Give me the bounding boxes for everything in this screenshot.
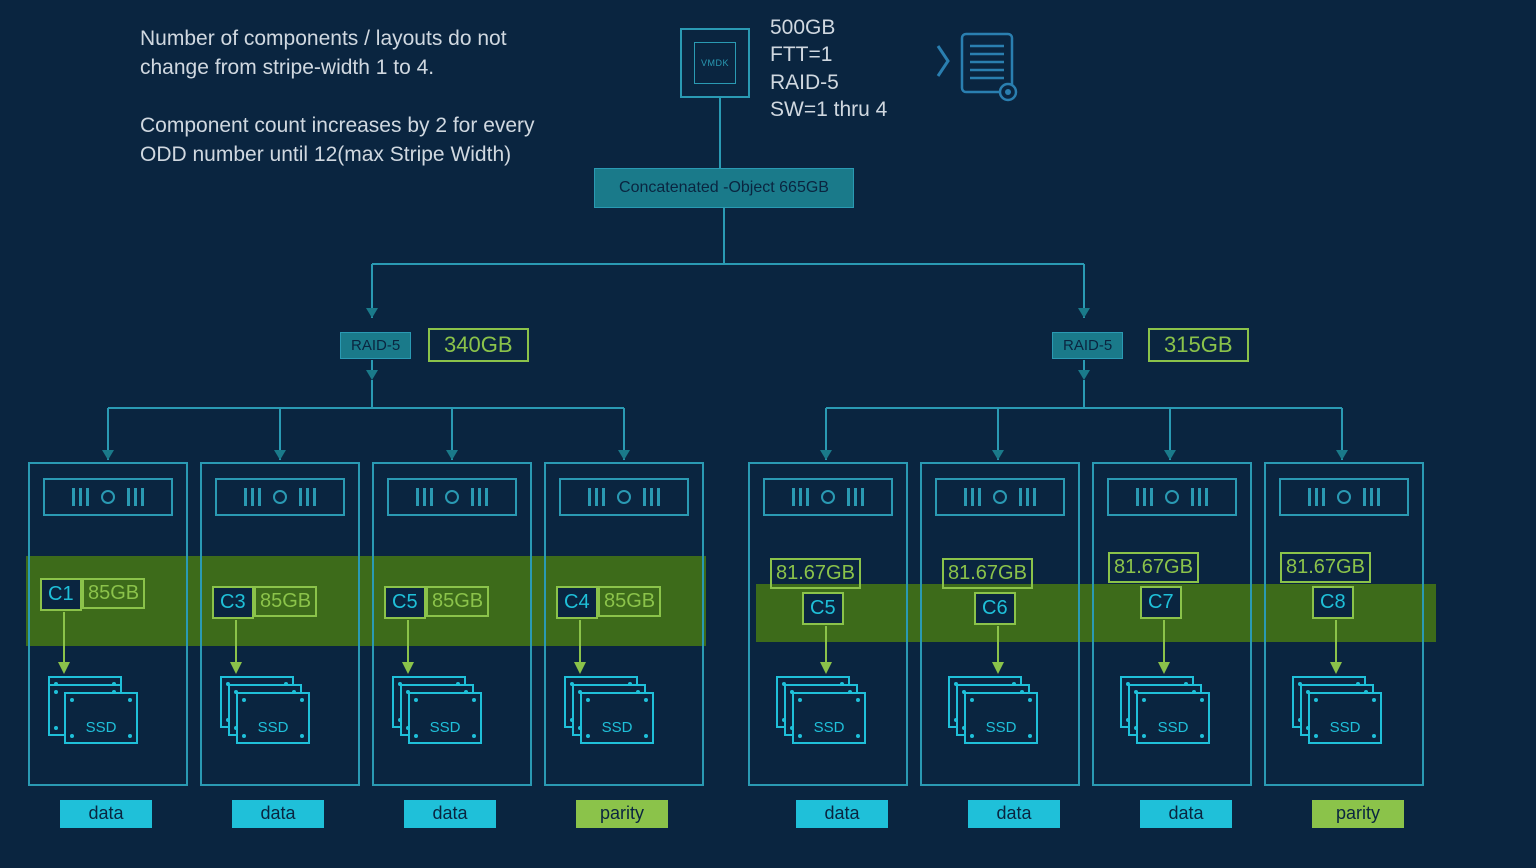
ssd-stack: SSD <box>1292 676 1382 748</box>
connector-vmdk-concat <box>710 98 730 168</box>
component-size: 85GB <box>254 586 317 617</box>
type-label-data: data <box>968 800 1060 828</box>
component-chip: C8 <box>1312 586 1354 619</box>
ssd-label: SSD <box>794 719 864 736</box>
type-label-parity: parity <box>1312 800 1404 828</box>
ssd-label: SSD <box>966 719 1036 736</box>
ssd-label: SSD <box>1138 719 1208 736</box>
ssd-label: SSD <box>582 719 652 736</box>
raid-size-left: 340GB <box>428 328 529 362</box>
ssd-label: SSD <box>1310 719 1380 736</box>
ssd-stack: SSD <box>948 676 1038 748</box>
raid-size-right: 315GB <box>1148 328 1249 362</box>
component-chip: C1 <box>40 578 82 611</box>
policy-raid: RAID-5 <box>770 69 887 96</box>
type-label-data: data <box>232 800 324 828</box>
server-icon <box>43 478 173 516</box>
ssd-stack: SSD <box>220 676 310 748</box>
concat-object-box: Concatenated -Object 665GB <box>594 168 854 208</box>
description-p2: Component count increases by 2 for every… <box>140 111 570 170</box>
component-size: 85GB <box>426 586 489 617</box>
component-size: 81.67GB <box>1108 552 1199 583</box>
server-icon <box>1107 478 1237 516</box>
ssd-stack: SSD <box>48 676 138 748</box>
component-chip: C3 <box>212 586 254 619</box>
server-icon <box>387 478 517 516</box>
ssd-stack: SSD <box>392 676 482 748</box>
ssd-stack: SSD <box>1120 676 1210 748</box>
policy-sw: SW=1 thru 4 <box>770 96 887 123</box>
ssd-label: SSD <box>238 719 308 736</box>
ssd-stack: SSD <box>776 676 866 748</box>
server-icon <box>763 478 893 516</box>
server-icon <box>559 478 689 516</box>
raid-label-left: RAID-5 <box>340 332 411 359</box>
component-chip: C4 <box>556 586 598 619</box>
ssd-label: SSD <box>410 719 480 736</box>
connector-raid-right-hosts <box>760 360 1536 470</box>
type-label-data: data <box>60 800 152 828</box>
policy-size: 500GB <box>770 14 887 41</box>
server-icon <box>215 478 345 516</box>
raid-label-right: RAID-5 <box>1052 332 1123 359</box>
vmdk-label: VMDK <box>694 42 736 84</box>
ssd-label: SSD <box>66 719 136 736</box>
component-size: 85GB <box>82 578 145 609</box>
component-size: 81.67GB <box>1280 552 1371 583</box>
component-size: 81.67GB <box>770 558 861 589</box>
vmdk-box: VMDK <box>680 28 750 98</box>
component-chip: C6 <box>974 592 1016 625</box>
type-label-data: data <box>404 800 496 828</box>
server-icon <box>935 478 1065 516</box>
component-chip: C5 <box>384 586 426 619</box>
component-size: 81.67GB <box>942 558 1033 589</box>
storage-policy-text: 500GB FTT=1 RAID-5 SW=1 thru 4 <box>770 14 887 123</box>
connector-concat-raids <box>0 208 1536 348</box>
policy-ftt: FTT=1 <box>770 41 887 68</box>
type-label-parity: parity <box>576 800 668 828</box>
type-label-data: data <box>796 800 888 828</box>
component-chip: C5 <box>802 592 844 625</box>
description-text: Number of components / layouts do not ch… <box>140 24 570 198</box>
component-chip: C7 <box>1140 586 1182 619</box>
type-label-data: data <box>1140 800 1232 828</box>
description-p1: Number of components / layouts do not ch… <box>140 24 570 83</box>
server-icon <box>1279 478 1409 516</box>
connector-raid-left-hosts <box>0 360 760 470</box>
policy-document-icon <box>930 26 1020 106</box>
component-size: 85GB <box>598 586 661 617</box>
ssd-stack: SSD <box>564 676 654 748</box>
